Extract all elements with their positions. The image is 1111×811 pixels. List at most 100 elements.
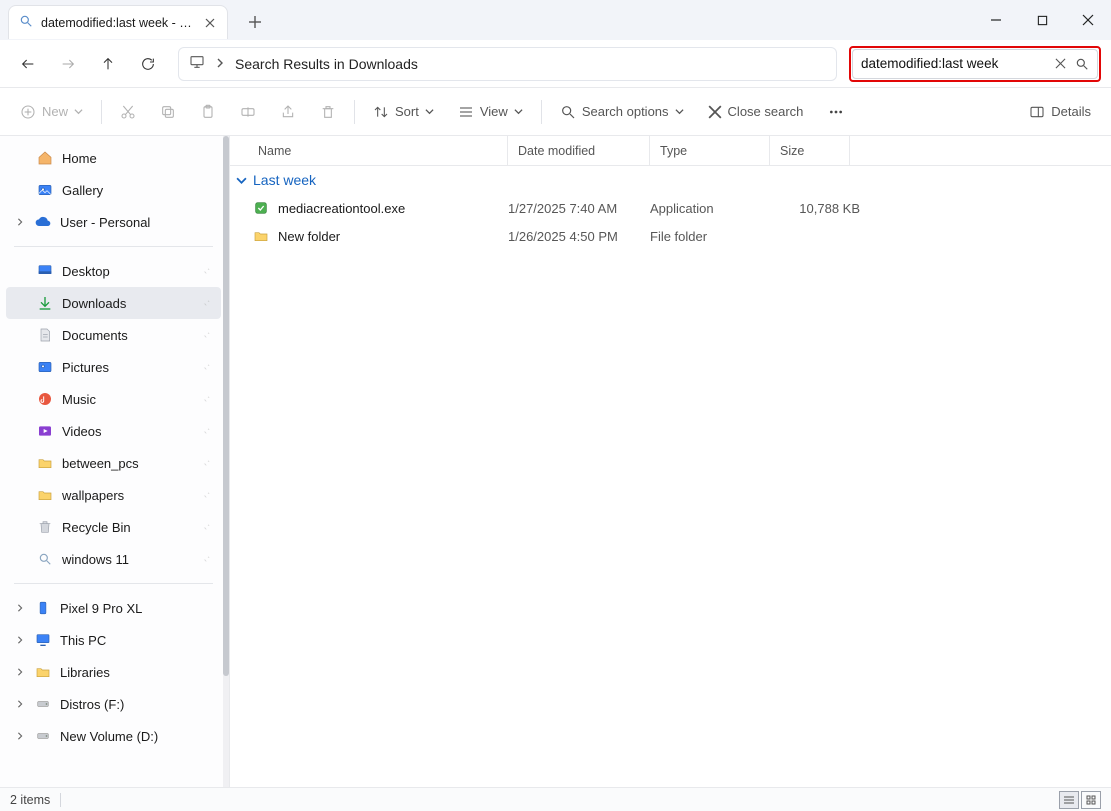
sidebar-item-pixel-9-pro-xl[interactable]: Pixel 9 Pro XL — [6, 592, 221, 624]
pin-icon[interactable] — [200, 328, 211, 343]
exe-icon — [252, 199, 270, 217]
paste-button[interactable] — [190, 95, 226, 129]
folder-icon — [36, 326, 54, 344]
sidebar-item-new-volume-d-[interactable]: New Volume (D:) — [6, 720, 221, 752]
tab-close-button[interactable] — [203, 16, 217, 30]
navigation-pane: Home Gallery User - Personal Desktop Dow… — [0, 136, 230, 787]
new-button[interactable]: New — [10, 95, 93, 129]
main-area: Home Gallery User - Personal Desktop Dow… — [0, 136, 1111, 787]
new-tab-button[interactable] — [238, 5, 272, 39]
share-button[interactable] — [270, 95, 306, 129]
sidebar-item-downloads[interactable]: Downloads — [6, 287, 221, 319]
chevron-right-icon[interactable] — [14, 668, 26, 676]
scrollbar-thumb[interactable] — [223, 136, 229, 676]
chevron-right-icon[interactable] — [14, 700, 26, 708]
address-bar[interactable]: Search Results in Downloads — [178, 47, 837, 81]
view-label: View — [480, 104, 508, 119]
chevron-down-icon — [514, 107, 523, 116]
pin-icon[interactable] — [200, 296, 211, 311]
refresh-button[interactable] — [130, 46, 166, 82]
back-button[interactable] — [10, 46, 46, 82]
column-header-type[interactable]: Type — [650, 136, 770, 165]
details-label: Details — [1051, 104, 1091, 119]
breadcrumb[interactable]: Search Results in Downloads — [235, 56, 418, 72]
chevron-down-icon — [675, 107, 684, 116]
window-tab[interactable]: datemodified:last week - Search Results … — [8, 5, 228, 39]
sort-button[interactable]: Sort — [363, 95, 444, 129]
pin-icon[interactable] — [200, 392, 211, 407]
details-pane-button[interactable]: Details — [1019, 95, 1101, 129]
close-search-button[interactable]: Close search — [698, 95, 814, 129]
chevron-down-icon — [425, 107, 434, 116]
sidebar-item-between-pcs[interactable]: between_pcs — [6, 447, 221, 479]
pin-icon[interactable] — [200, 520, 211, 535]
folder-icon — [36, 422, 54, 440]
file-date: 1/26/2025 4:50 PM — [508, 229, 650, 244]
sidebar-item-this-pc[interactable]: This PC — [6, 624, 221, 656]
file-row[interactable]: New folder 1/26/2025 4:50 PM File folder — [230, 222, 1111, 250]
search-options-button[interactable]: Search options — [550, 95, 694, 129]
sidebar-item-wallpapers[interactable]: wallpapers — [6, 479, 221, 511]
folder-icon — [36, 550, 54, 568]
search-box[interactable] — [852, 49, 1098, 79]
command-bar: New Sort View Search options Close searc… — [0, 88, 1111, 136]
column-header-name[interactable]: Name — [230, 136, 508, 165]
sidebar-scrollbar[interactable] — [223, 136, 229, 787]
sidebar-item-libraries[interactable]: Libraries — [6, 656, 221, 688]
cut-button[interactable] — [110, 95, 146, 129]
chevron-right-icon[interactable] — [14, 218, 26, 226]
sidebar-item-pictures[interactable]: Pictures — [6, 351, 221, 383]
sidebar-label: This PC — [60, 633, 106, 648]
clear-search-button[interactable] — [1054, 56, 1067, 72]
column-header-date[interactable]: Date modified — [508, 136, 650, 165]
up-button[interactable] — [90, 46, 126, 82]
sidebar-item-recycle-bin[interactable]: Recycle Bin — [6, 511, 221, 543]
sidebar-item-desktop[interactable]: Desktop — [6, 255, 221, 287]
pin-icon[interactable] — [200, 456, 211, 471]
pin-icon[interactable] — [200, 360, 211, 375]
folder-icon — [36, 518, 54, 536]
copy-button[interactable] — [150, 95, 186, 129]
sidebar-item-home[interactable]: Home — [6, 142, 221, 174]
pin-icon[interactable] — [200, 424, 211, 439]
tab-title: datemodified:last week - Search Results … — [41, 16, 195, 30]
sidebar-item-distros-f-[interactable]: Distros (F:) — [6, 688, 221, 720]
sidebar-item-documents[interactable]: Documents — [6, 319, 221, 351]
folder-icon — [36, 454, 54, 472]
maximize-button[interactable] — [1019, 0, 1065, 40]
file-date: 1/27/2025 7:40 AM — [508, 201, 650, 216]
search-submit-button[interactable] — [1075, 56, 1089, 72]
details-view-button[interactable] — [1059, 791, 1079, 809]
sidebar-item-user[interactable]: User - Personal — [6, 206, 221, 238]
thumbnails-view-button[interactable] — [1081, 791, 1101, 809]
search-input[interactable] — [861, 56, 1046, 71]
view-button[interactable]: View — [448, 95, 533, 129]
separator — [354, 100, 355, 124]
file-name: New folder — [278, 229, 340, 244]
pin-icon[interactable] — [200, 264, 211, 279]
file-row[interactable]: mediacreationtool.exe 1/27/2025 7:40 AM … — [230, 194, 1111, 222]
group-header[interactable]: Last week — [230, 166, 1111, 194]
chevron-right-icon[interactable] — [14, 604, 26, 612]
close-window-button[interactable] — [1065, 0, 1111, 40]
sidebar-label: Distros (F:) — [60, 697, 124, 712]
more-button[interactable] — [817, 95, 855, 129]
chevron-right-icon[interactable] — [14, 732, 26, 740]
pin-icon[interactable] — [200, 552, 211, 567]
forward-button[interactable] — [50, 46, 86, 82]
rename-button[interactable] — [230, 95, 266, 129]
chevron-right-icon[interactable] — [14, 636, 26, 644]
sidebar-item-windows-11[interactable]: windows 11 — [6, 543, 221, 575]
pin-icon[interactable] — [200, 488, 211, 503]
device-icon — [34, 599, 52, 617]
separator — [101, 100, 102, 124]
status-bar: 2 items — [0, 787, 1111, 811]
column-header-size[interactable]: Size — [770, 136, 850, 165]
column-headers: Name Date modified Type Size — [230, 136, 1111, 166]
minimize-button[interactable] — [973, 0, 1019, 40]
sidebar-item-videos[interactable]: Videos — [6, 415, 221, 447]
file-list: Name Date modified Type Size Last week m… — [230, 136, 1111, 787]
sidebar-item-music[interactable]: Music — [6, 383, 221, 415]
delete-button[interactable] — [310, 95, 346, 129]
sidebar-item-gallery[interactable]: Gallery — [6, 174, 221, 206]
